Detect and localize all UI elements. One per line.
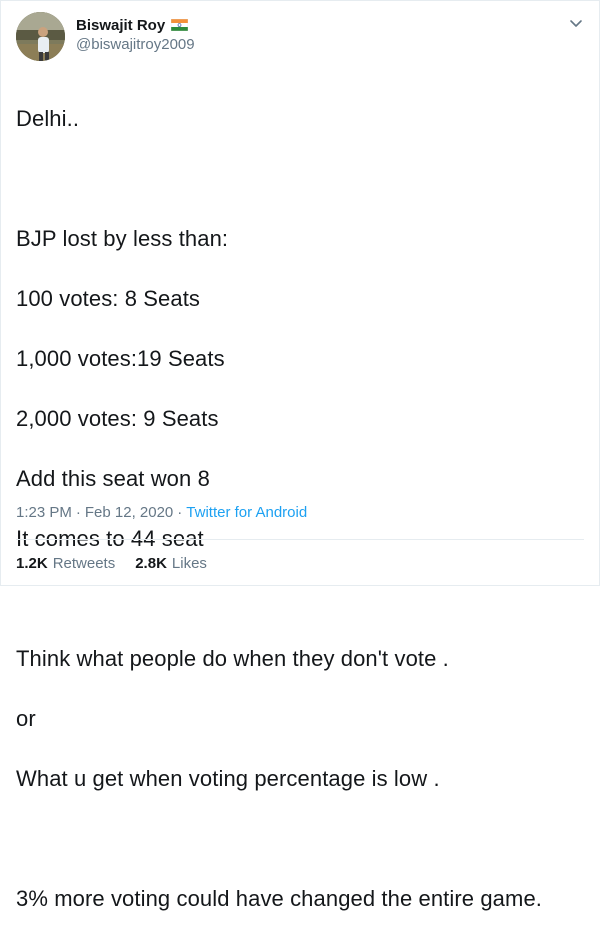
india-flag-icon (171, 19, 189, 31)
avatar-photo-icon (16, 12, 65, 61)
author-name-row[interactable]: Biswajit Roy (76, 15, 189, 35)
chevron-down-icon[interactable] (567, 15, 585, 33)
tweet-time[interactable]: 1:23 PM (16, 504, 72, 521)
tweet-source-link[interactable]: Twitter for Android (186, 504, 307, 521)
author-handle[interactable]: @biswajitroy2009 (76, 36, 195, 53)
tweet-date[interactable]: Feb 12, 2020 (85, 504, 173, 521)
meta-separator: · (177, 504, 183, 521)
tweet-line: Think what people do when they don't vot… (16, 646, 449, 671)
retweets-label: Retweets (52, 555, 116, 572)
retweets-stat[interactable]: 1.2K Retweets (16, 555, 115, 572)
tweet-line: 100 votes: 8 Seats (16, 286, 201, 311)
likes-stat[interactable]: 2.8K Likes (135, 555, 207, 572)
tweet-line: 3% more voting could have changed the en… (16, 886, 542, 911)
tweet-line: Add this seat won 8 (16, 466, 210, 491)
tweet-line: BJP lost by less than: (16, 226, 229, 251)
likes-label: Likes (171, 555, 207, 572)
tweet-meta: 1:23 PM · Feb 12, 2020 · Twitter for And… (16, 504, 307, 521)
likes-count: 2.8K (135, 555, 167, 572)
author-display-name[interactable]: Biswajit Roy (76, 17, 165, 34)
tweet-line: Delhi.. (16, 106, 80, 131)
retweets-count: 1.2K (16, 555, 48, 572)
tweet-card: Biswajit Roy @biswajitroy2009 Delhi.. BJ… (0, 0, 600, 911)
tweet-line: or (16, 706, 36, 731)
avatar[interactable] (16, 12, 65, 61)
tweet-line: What u get when voting percentage is low… (16, 766, 440, 791)
meta-separator: · (75, 504, 81, 521)
tweet-stats: 1.2K Retweets 2.8K Likes (16, 555, 227, 572)
tweet-line: 1,000 votes:19 Seats (16, 346, 225, 371)
divider (16, 539, 584, 540)
tweet-line: 2,000 votes: 9 Seats (16, 406, 219, 431)
